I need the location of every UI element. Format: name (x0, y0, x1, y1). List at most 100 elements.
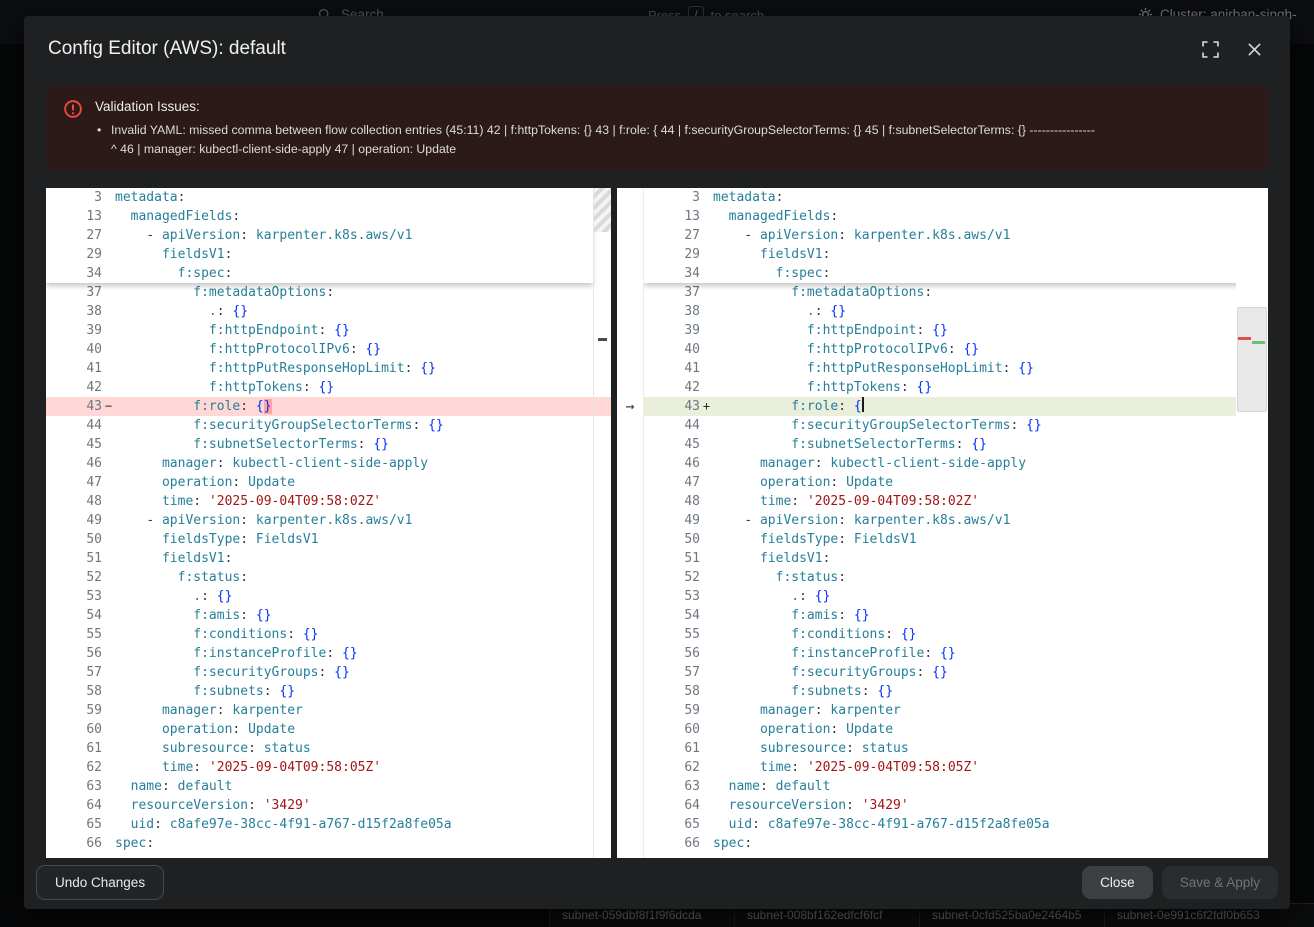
right-scrollbar[interactable] (1236, 188, 1268, 858)
code-line[interactable]: 62 time: '2025-09-04T09:58:05Z' (46, 758, 611, 777)
code-line[interactable]: 41 f:httpPutResponseHopLimit: {} (46, 359, 611, 378)
code-line[interactable]: 56 f:instanceProfile: {} (644, 644, 1268, 663)
code-line[interactable]: 66spec: (46, 834, 611, 853)
diff-sign (102, 378, 115, 397)
code-line[interactable]: 43+ f:role: { (644, 397, 1268, 416)
code-line[interactable]: 39 f:httpEndpoint: {} (644, 321, 1268, 340)
code-line[interactable]: 51 fieldsV1: (46, 549, 611, 568)
code-line[interactable]: 57 f:securityGroups: {} (644, 663, 1268, 682)
code-line[interactable]: 39 f:httpEndpoint: {} (46, 321, 611, 340)
code-text: operation: Update (713, 473, 1268, 492)
code-line[interactable]: 42 f:httpTokens: {} (644, 378, 1268, 397)
code-line[interactable]: 52 f:status: (46, 568, 611, 587)
code-line[interactable]: 45 f:subnetSelectorTerms: {} (46, 435, 611, 454)
diff-sign (700, 701, 713, 720)
code-line[interactable]: 64 resourceVersion: '3429' (46, 796, 611, 815)
diff-sign (700, 359, 713, 378)
code-token: : (240, 399, 256, 414)
code-line[interactable]: 48 time: '2025-09-04T09:58:02Z' (46, 492, 611, 511)
original-editor-pane[interactable]: 37 f:metadataOptions:38 .: {}39 f:httpEn… (46, 188, 611, 858)
code-token: : (240, 570, 248, 585)
code-line[interactable]: 56 f:instanceProfile: {} (46, 644, 611, 663)
code-line[interactable]: 65 uid: c8afe97e-38cc-4f91-a767-d15f2a8f… (644, 815, 1268, 834)
code-line[interactable]: 58 f:subnets: {} (46, 682, 611, 701)
code-token: fieldsType (162, 532, 240, 547)
code-line[interactable]: 61 subresource: status (644, 739, 1268, 758)
close-modal-button[interactable] (1245, 40, 1264, 59)
code-line[interactable]: 47 operation: Update (46, 473, 611, 492)
modified-editor-pane[interactable]: 37 f:metadataOptions:38 .: {}39 f:httpEn… (644, 188, 1268, 858)
code-line[interactable]: 44 f:securityGroupSelectorTerms: {} (46, 416, 611, 435)
code-line[interactable]: 42 f:httpTokens: {} (46, 378, 611, 397)
sticky-line[interactable]: 34 f:spec: (46, 264, 593, 283)
code-line[interactable]: 60 operation: Update (46, 720, 611, 739)
code-line[interactable]: 54 f:amis: {} (644, 606, 1268, 625)
code-line[interactable]: 47 operation: Update (644, 473, 1268, 492)
code-line[interactable]: 63 name: default (644, 777, 1268, 796)
code-token: f:httpTokens (807, 380, 901, 395)
code-token: : (917, 665, 933, 680)
scrollbar-thumb[interactable] (1237, 307, 1267, 412)
code-line[interactable]: 45 f:subnetSelectorTerms: {} (644, 435, 1268, 454)
sticky-line[interactable]: 3metadata: (46, 188, 593, 207)
code-line[interactable]: 46 manager: kubectl-client-side-apply (644, 454, 1268, 473)
code-text: f:httpEndpoint: {} (713, 321, 1268, 340)
code-line[interactable]: 46 manager: kubectl-client-side-apply (46, 454, 611, 473)
code-line[interactable]: 38 .: {} (46, 302, 611, 321)
revert-arrow-button[interactable]: → (617, 397, 643, 416)
code-line[interactable]: 53 .: {} (644, 587, 1268, 606)
sticky-line[interactable]: 27 - apiVersion: karpenter.k8s.aws/v1 (644, 226, 1268, 245)
code-line[interactable]: 61 subresource: status (46, 739, 611, 758)
code-line[interactable]: 59 manager: karpenter (644, 701, 1268, 720)
sticky-line[interactable]: 27 - apiVersion: karpenter.k8s.aws/v1 (46, 226, 593, 245)
code-line[interactable]: 38 .: {} (644, 302, 1268, 321)
sticky-line[interactable]: 13 managedFields: (644, 207, 1268, 226)
code-line[interactable]: 48 time: '2025-09-04T09:58:02Z' (644, 492, 1268, 511)
code-line[interactable]: 55 f:conditions: {} (46, 625, 611, 644)
expand-button[interactable] (1200, 39, 1221, 60)
code-token: : (225, 266, 233, 281)
code-line[interactable]: 64 resourceVersion: '3429' (644, 796, 1268, 815)
line-number: 43 (46, 397, 102, 416)
code-line[interactable]: 65 uid: c8afe97e-38cc-4f91-a767-d15f2a8f… (46, 815, 611, 834)
left-scrollbar[interactable] (593, 188, 611, 858)
code-line[interactable]: 51 fieldsV1: (644, 549, 1268, 568)
code-token: : (232, 722, 248, 737)
code-line[interactable]: 52 f:status: (644, 568, 1268, 587)
code-text: f:subnets: {} (115, 682, 611, 701)
sticky-line[interactable]: 3metadata: (644, 188, 1268, 207)
code-line[interactable]: 55 f:conditions: {} (644, 625, 1268, 644)
code-line[interactable]: 57 f:securityGroups: {} (46, 663, 611, 682)
sticky-line[interactable]: 29 fieldsV1: (46, 245, 593, 264)
code-line[interactable]: 60 operation: Update (644, 720, 1268, 739)
save-apply-button[interactable]: Save & Apply (1162, 866, 1278, 899)
close-button[interactable]: Close (1082, 866, 1153, 899)
sticky-line[interactable]: 29 fieldsV1: (644, 245, 1268, 264)
code-line[interactable]: 44 f:securityGroupSelectorTerms: {} (644, 416, 1268, 435)
code-line[interactable]: 62 time: '2025-09-04T09:58:05Z' (644, 758, 1268, 777)
code-line[interactable]: 63 name: default (46, 777, 611, 796)
line-number: 55 (644, 625, 700, 644)
code-line[interactable]: 66spec: (644, 834, 1268, 853)
code-line[interactable]: 50 fieldsType: FieldsV1 (644, 530, 1268, 549)
code-line[interactable]: 41 f:httpPutResponseHopLimit: {} (644, 359, 1268, 378)
code-line[interactable]: 37 f:metadataOptions: (46, 283, 611, 302)
code-line[interactable]: 59 manager: karpenter (46, 701, 611, 720)
sticky-line[interactable]: 13 managedFields: (46, 207, 593, 226)
code-line[interactable]: 49 - apiVersion: karpenter.k8s.aws/v1 (644, 511, 1268, 530)
code-token: '2025-09-04T09:58:02Z' (209, 494, 381, 509)
code-line[interactable]: 43− f:role: {} (46, 397, 611, 416)
code-line[interactable]: 58 f:subnets: {} (644, 682, 1268, 701)
code-line[interactable]: 37 f:metadataOptions: (644, 283, 1268, 302)
undo-changes-button[interactable]: Undo Changes (36, 865, 164, 900)
code-line[interactable]: 40 f:httpProtocolIPv6: {} (644, 340, 1268, 359)
code-text: .: {} (713, 587, 1268, 606)
sticky-line[interactable]: 34 f:spec: (644, 264, 1268, 283)
code-token: metadata (115, 190, 178, 205)
code-line[interactable]: 40 f:httpProtocolIPv6: {} (46, 340, 611, 359)
code-line[interactable]: 49 - apiVersion: karpenter.k8s.aws/v1 (46, 511, 611, 530)
code-line[interactable]: 54 f:amis: {} (46, 606, 611, 625)
code-line[interactable]: 50 fieldsType: FieldsV1 (46, 530, 611, 549)
line-number: 27 (644, 226, 700, 245)
code-line[interactable]: 53 .: {} (46, 587, 611, 606)
